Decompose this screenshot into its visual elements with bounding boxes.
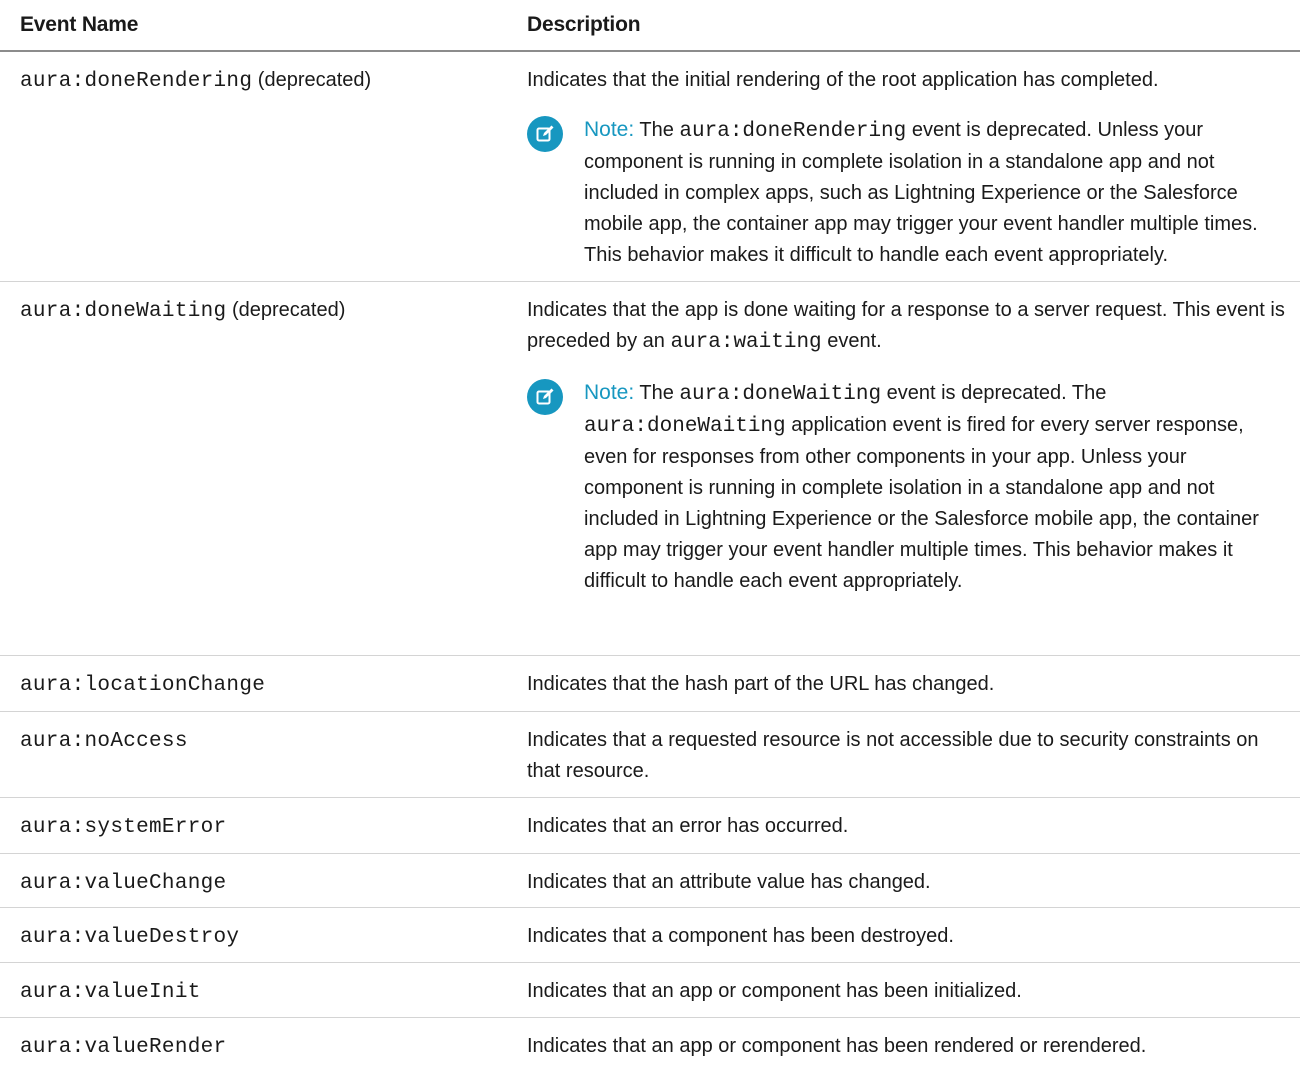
note-edit-icon: [527, 116, 563, 152]
table-row: aura:valueInit Indicates that an app or …: [0, 962, 1300, 1018]
description-cell: Indicates that an app or component has b…: [507, 1017, 1300, 1075]
deprecation-note: Note: The aura:doneRendering event is de…: [527, 114, 1290, 271]
event-name: aura:valueRender: [20, 1035, 227, 1059]
deprecated-label: (deprecated): [226, 298, 346, 321]
description-text: Indicates that the app is done waiting f…: [527, 298, 1285, 352]
table-row: aura:locationChange Indicates that the h…: [0, 655, 1300, 712]
event-name: aura:valueInit: [20, 980, 201, 1004]
deprecated-label: (deprecated): [252, 69, 372, 91]
deprecation-note: Note: The aura:doneWaiting event is depr…: [527, 377, 1290, 597]
description-cell: Indicates that a requested resource is n…: [507, 711, 1300, 798]
description-cell: Indicates that the app is done waiting f…: [507, 281, 1300, 656]
events-table: Event Name Description aura:doneRenderin…: [0, 0, 1300, 1075]
event-name: aura:noAccess: [20, 729, 188, 753]
table-row: aura:doneRendering (deprecated) Indicate…: [0, 51, 1300, 282]
event-name: aura:systemError: [20, 815, 227, 839]
description-cell: Indicates that an attribute value has ch…: [507, 853, 1300, 908]
description-cell: Indicates that an error has occurred.: [507, 797, 1300, 854]
event-description: Indicates that an app or component has b…: [527, 979, 1022, 1002]
event-description: Indicates that the initial rendering of …: [527, 69, 1159, 91]
event-name-cell: aura:valueChange: [0, 853, 507, 908]
note-label: Note:: [584, 380, 635, 404]
event-name: aura:doneRendering: [20, 70, 253, 93]
header-event-name: Event Name: [0, 0, 507, 52]
note-code: aura:doneRendering: [679, 120, 907, 143]
table-row: aura:valueDestroy Indicates that a compo…: [0, 907, 1300, 963]
description-cell: Indicates that a component has been dest…: [507, 907, 1300, 963]
table-header-row: Event Name Description: [0, 0, 1300, 52]
note-text: The: [634, 119, 680, 141]
event-name-cell: aura:valueDestroy: [0, 907, 507, 963]
event-description: Indicates that a requested resource is n…: [527, 728, 1259, 782]
event-name-cell: aura:systemError: [0, 797, 507, 854]
description-cell: Indicates that the initial rendering of …: [507, 51, 1300, 282]
note-code: aura:doneWaiting: [584, 414, 786, 438]
event-name: aura:valueChange: [20, 871, 227, 895]
description-code: aura:waiting: [670, 330, 822, 354]
note-label: Note:: [584, 118, 635, 141]
header-description: Description: [507, 0, 1300, 52]
event-description: Indicates that an app or component has b…: [527, 1034, 1147, 1057]
event-name: aura:valueDestroy: [20, 925, 240, 949]
table-row: aura:noAccess Indicates that a requested…: [0, 711, 1300, 798]
description-text: event.: [821, 329, 882, 352]
note-code: aura:doneWaiting: [679, 382, 882, 406]
event-name-cell: aura:doneRendering (deprecated): [0, 51, 507, 282]
event-name-cell: aura:noAccess: [0, 711, 507, 798]
event-description: Indicates that a component has been dest…: [527, 924, 954, 947]
event-name: aura:doneWaiting: [20, 299, 227, 323]
event-description: Indicates that the app is done waiting f…: [527, 295, 1290, 358]
description-cell: Indicates that an app or component has b…: [507, 962, 1300, 1018]
table-row: aura:doneWaiting (deprecated) Indicates …: [0, 281, 1300, 656]
note-text: application event is fired for every ser…: [584, 413, 1259, 592]
event-name: aura:locationChange: [20, 673, 266, 697]
event-name-cell: aura:locationChange: [0, 655, 507, 712]
event-description: Indicates that an attribute value has ch…: [527, 870, 931, 893]
event-description: Indicates that an error has occurred.: [527, 814, 849, 837]
table-row: aura:valueRender Indicates that an app o…: [0, 1017, 1300, 1075]
event-name-cell: aura:valueInit: [0, 962, 507, 1018]
event-name-cell: aura:valueRender: [0, 1017, 507, 1075]
event-description: Indicates that the hash part of the URL …: [527, 672, 995, 695]
event-name-cell: aura:doneWaiting (deprecated): [0, 281, 507, 656]
note-edit-icon: [527, 378, 563, 415]
table-row: aura:systemError Indicates that an error…: [0, 797, 1300, 854]
note-text: The: [634, 381, 680, 404]
table-row: aura:valueChange Indicates that an attri…: [0, 853, 1300, 908]
description-cell: Indicates that the hash part of the URL …: [507, 655, 1300, 712]
note-text: event is deprecated. The: [881, 381, 1107, 404]
